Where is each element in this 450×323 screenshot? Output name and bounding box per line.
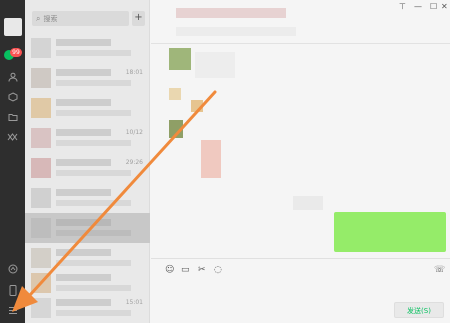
list-item-title-blurred: [56, 129, 111, 136]
chat-subtitle-blurred: [176, 27, 296, 36]
chat-title-blurred: [176, 8, 286, 18]
chat-history-icon[interactable]: ◌: [214, 265, 222, 275]
wechat-window: 99 ⌕ 搜索 + 18:01 10/12 29:26 15:01 ⊤ — ☐ …: [0, 0, 450, 323]
list-item-title-blurred: [56, 189, 111, 196]
list-item-time: 10/12: [125, 129, 143, 136]
maximize-button[interactable]: ☐: [430, 2, 437, 11]
minimize-button[interactable]: —: [414, 2, 422, 11]
phone-icon[interactable]: [4, 283, 21, 297]
contacts-icon[interactable]: [4, 70, 21, 84]
avatar: [169, 120, 183, 138]
avatar: [31, 98, 51, 118]
list-item-time: 29:26: [125, 159, 143, 166]
add-chat-button[interactable]: +: [132, 11, 145, 26]
user-avatar[interactable]: [4, 18, 22, 36]
list-item-title-blurred: [56, 219, 111, 226]
list-item[interactable]: 18:01: [25, 63, 150, 93]
moments-icon[interactable]: [4, 130, 21, 144]
list-item-preview-blurred: [56, 260, 131, 266]
list-item[interactable]: [25, 33, 150, 63]
list-item-preview-blurred: [56, 170, 131, 176]
list-item-time: 15:01: [125, 299, 143, 306]
list-item[interactable]: 10/12: [25, 123, 150, 153]
list-item-preview-blurred: [56, 80, 131, 86]
list-item-title-blurred: [56, 274, 111, 281]
menu-icon[interactable]: [4, 303, 21, 317]
list-item-preview-blurred: [56, 285, 131, 291]
send-button[interactable]: 发送(S): [394, 302, 444, 318]
search-icon: ⌕: [36, 13, 41, 23]
message-bubble-blurred: [201, 140, 221, 178]
message-bubble-blurred: [191, 100, 203, 112]
list-item[interactable]: [25, 93, 150, 123]
list-item-title-blurred: [56, 99, 111, 106]
call-icon[interactable]: ☏: [434, 265, 445, 275]
avatar: [31, 218, 51, 238]
folder-icon[interactable]: ▭: [181, 265, 190, 275]
message-timestamp-blurred: [293, 196, 323, 210]
search-input[interactable]: ⌕ 搜索: [32, 11, 129, 26]
list-item[interactable]: [25, 183, 150, 213]
avatar: [31, 298, 51, 318]
list-item-title-blurred: [56, 39, 111, 46]
folder-icon[interactable]: [4, 110, 21, 124]
avatar: [31, 273, 51, 293]
list-item-title-blurred: [56, 69, 111, 76]
list-item-preview-blurred: [56, 230, 131, 236]
list-item-preview-blurred: [56, 50, 131, 56]
screenshot-icon[interactable]: ✂: [198, 265, 206, 275]
nav-rail: 99: [0, 0, 25, 323]
avatar: [31, 158, 51, 178]
favorites-icon[interactable]: [4, 90, 21, 104]
message-bubble-blurred: [195, 52, 235, 78]
list-item-selected[interactable]: [25, 213, 150, 243]
avatar: [31, 38, 51, 58]
list-item-title-blurred: [56, 249, 111, 256]
chat-list: ⌕ 搜索 + 18:01 10/12 29:26 15:01: [25, 0, 150, 323]
emoji-icon[interactable]: ☺: [165, 265, 174, 275]
unread-badge: 99: [10, 48, 22, 57]
list-item[interactable]: 15:01: [25, 293, 150, 323]
search-placeholder: 搜索: [43, 14, 58, 23]
outgoing-message-bubble-blurred: [334, 212, 446, 252]
list-item[interactable]: 29:26: [25, 153, 150, 183]
message-bubble-blurred: [169, 88, 181, 100]
chat-header: ⊤ — ☐ ✕: [151, 0, 450, 44]
list-item-preview-blurred: [56, 140, 131, 146]
close-button[interactable]: ✕: [441, 2, 448, 11]
mini-program-icon[interactable]: [4, 262, 21, 276]
list-item-title-blurred: [56, 159, 111, 166]
list-item-title-blurred: [56, 299, 111, 306]
avatar: [31, 248, 51, 268]
avatar: [31, 68, 51, 88]
pin-icon[interactable]: ⊤: [399, 2, 406, 11]
list-item-preview-blurred: [56, 310, 131, 316]
list-item-time: 18:01: [125, 69, 143, 76]
avatar: [169, 48, 191, 70]
avatar: [31, 188, 51, 208]
list-item-preview-blurred: [56, 110, 131, 116]
chat-pane: ⊤ — ☐ ✕ ☺ ▭ ✂ ◌ ☏ 发送(S): [151, 0, 450, 323]
avatar: [31, 128, 51, 148]
composer-divider: [151, 258, 450, 259]
list-item-preview-blurred: [56, 200, 131, 206]
